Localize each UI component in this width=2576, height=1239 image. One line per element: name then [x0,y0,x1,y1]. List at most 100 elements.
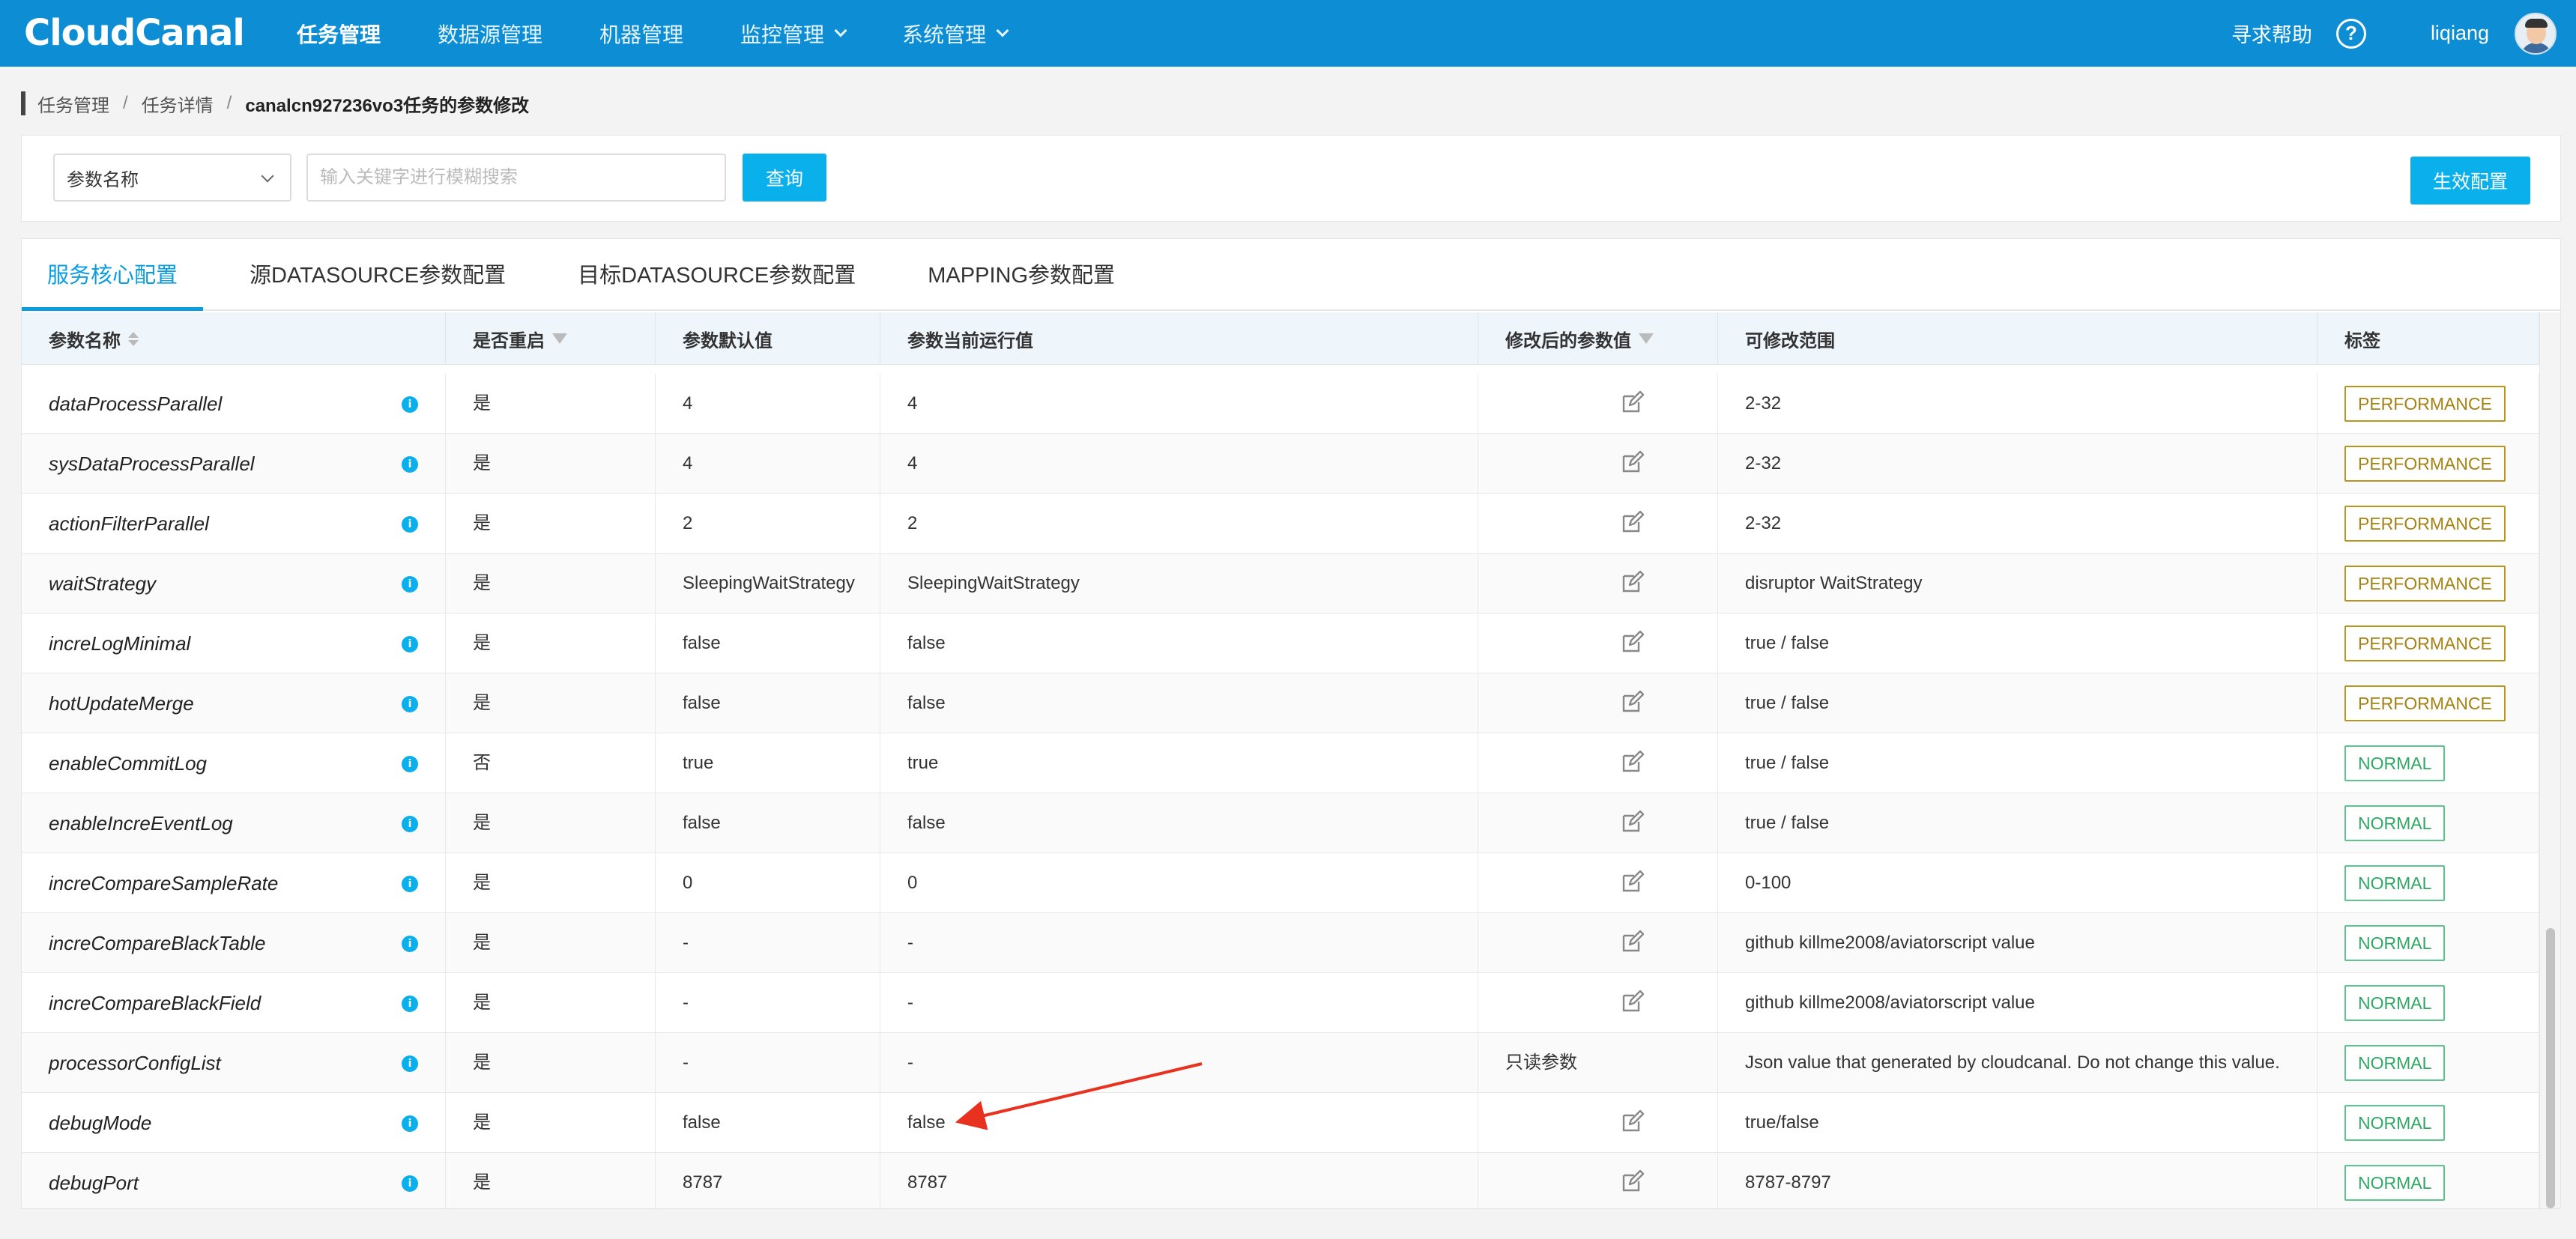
edit-icon[interactable] [1619,990,1645,1015]
info-icon[interactable]: i [402,936,418,952]
username[interactable]: liqiang [2431,22,2489,45]
tag-badge: PERFORMANCE [2344,506,2506,542]
nav-item-2[interactable]: 机器管理 [599,0,683,67]
breadcrumb: 任务管理 / 任务详情 / canalcn927236vo3任务的参数修改 [21,91,529,117]
cell-range: github killme2008/aviatorscript value [1718,913,2318,973]
edit-icon[interactable] [1619,930,1645,955]
edit-icon[interactable] [1619,750,1645,775]
nav-item-0[interactable]: 任务管理 [297,0,381,67]
nav-item-label: 数据源管理 [438,22,543,46]
breadcrumb-task-detail[interactable]: 任务详情 [142,91,214,117]
cell-default: 8787 [656,1153,880,1208]
query-button[interactable]: 查询 [743,154,826,202]
cell-modified [1478,673,1718,733]
tag-badge: NORMAL [2344,805,2446,841]
apply-config-button[interactable]: 生效配置 [2410,157,2530,205]
cell-text: actionFilterParallel [49,512,209,535]
cell-text: 0 [683,873,693,893]
edit-icon[interactable] [1619,690,1645,715]
cell-current: 2 [880,494,1478,554]
info-icon[interactable]: i [402,1115,418,1132]
cell-current: false [880,793,1478,853]
help-link[interactable]: 寻求帮助 [2231,19,2312,48]
edit-icon[interactable] [1619,510,1645,536]
search-input[interactable] [306,154,726,202]
nav-item-3[interactable]: 监控管理 [740,0,847,67]
col-modified-value[interactable]: 修改后的参数值 [1478,312,1718,365]
tab-1[interactable]: 源DATASOURCE参数配置 [224,239,531,309]
cell-tag: PERFORMANCE [2318,554,2539,614]
info-icon[interactable]: i [402,516,418,533]
cell-modified [1478,614,1718,673]
cell-current: false [880,1093,1478,1153]
edit-icon[interactable] [1619,570,1645,596]
info-icon[interactable]: i [402,696,418,712]
cell-text: true [683,753,714,773]
cell-range: 0-100 [1718,853,2318,913]
search-field-select[interactable]: 参数名称 [53,154,291,202]
info-icon[interactable]: i [402,636,418,652]
info-icon[interactable]: i [402,1055,418,1072]
cell-tag: PERFORMANCE [2318,374,2539,434]
edit-icon[interactable] [1619,630,1645,655]
cell-text: false [683,813,721,833]
filter-icon[interactable] [1639,333,1654,344]
info-icon[interactable]: i [402,996,418,1012]
nav-item-4[interactable]: 系统管理 [902,0,1009,67]
edit-icon[interactable] [1619,810,1645,835]
info-icon[interactable]: i [402,816,418,832]
info-icon[interactable]: i [402,756,418,772]
cell-text: 4 [907,453,918,473]
cell-default: false [656,793,880,853]
cell-text: increCompareSampleRate [49,872,279,894]
nav-item-1[interactable]: 数据源管理 [438,0,542,67]
help-question-icon[interactable]: ? [2335,18,2366,49]
cell-current: - [880,1033,1478,1093]
cell-restart: 是 [446,673,656,733]
cell-range: true / false [1718,614,2318,673]
edit-icon[interactable] [1619,450,1645,476]
info-icon[interactable]: i [402,876,418,892]
edit-icon[interactable] [1619,870,1645,895]
chevron-down-icon [996,24,1009,37]
cell-text: dataProcessParallel [49,393,223,415]
tab-0[interactable]: 服务核心配置 [22,239,204,311]
info-icon[interactable]: i [402,576,418,593]
cell-text: - [683,1052,689,1073]
info-icon[interactable]: i [402,1175,418,1192]
table-scrollbar-thumb[interactable] [2546,928,2555,1208]
info-icon[interactable]: i [402,396,418,413]
table-row: debugMode i 是 false false true/false NORMAL [22,1093,2539,1153]
filter-icon[interactable] [552,333,567,344]
edit-icon[interactable] [1619,1109,1645,1135]
cell-text: false [907,633,946,653]
sort-icon[interactable] [128,331,139,346]
tab-3[interactable]: MAPPING参数配置 [902,239,1140,309]
table-scrollbar[interactable] [2539,312,2560,1208]
cell-text: 是 [473,453,491,473]
col-restart[interactable]: 是否重启 [446,312,656,365]
col-param-name[interactable]: 参数名称 [22,312,446,365]
info-icon[interactable]: i [402,456,418,473]
cell-tag: PERFORMANCE [2318,673,2539,733]
tab-2[interactable]: 目标DATASOURCE参数配置 [552,239,881,309]
edit-icon[interactable] [1619,390,1645,416]
cell-text: 是 [473,693,491,713]
breadcrumb-task-management[interactable]: 任务管理 [37,91,109,117]
cell-text: waitStrategy [49,572,157,595]
cell-range: 2-32 [1718,374,2318,434]
avatar[interactable] [2515,12,2557,55]
cell-text: false [907,813,946,833]
col-tag: 标签 [2318,312,2539,365]
nav-item-label: 任务管理 [297,22,381,46]
cell-name: sysDataProcessParallel i [22,434,446,494]
cell-name: actionFilterParallel i [22,494,446,554]
cloudcanal-logo[interactable]: CloudCanal [24,10,245,55]
cell-range: disruptor WaitStrategy [1718,554,2318,614]
cell-text: 是 [473,933,491,953]
cell-text: 0 [907,873,918,893]
cell-restart: 是 [446,1153,656,1208]
cell-current: 4 [880,374,1478,434]
cell-text: increCompareBlackField [49,992,261,1014]
edit-icon[interactable] [1619,1169,1645,1195]
